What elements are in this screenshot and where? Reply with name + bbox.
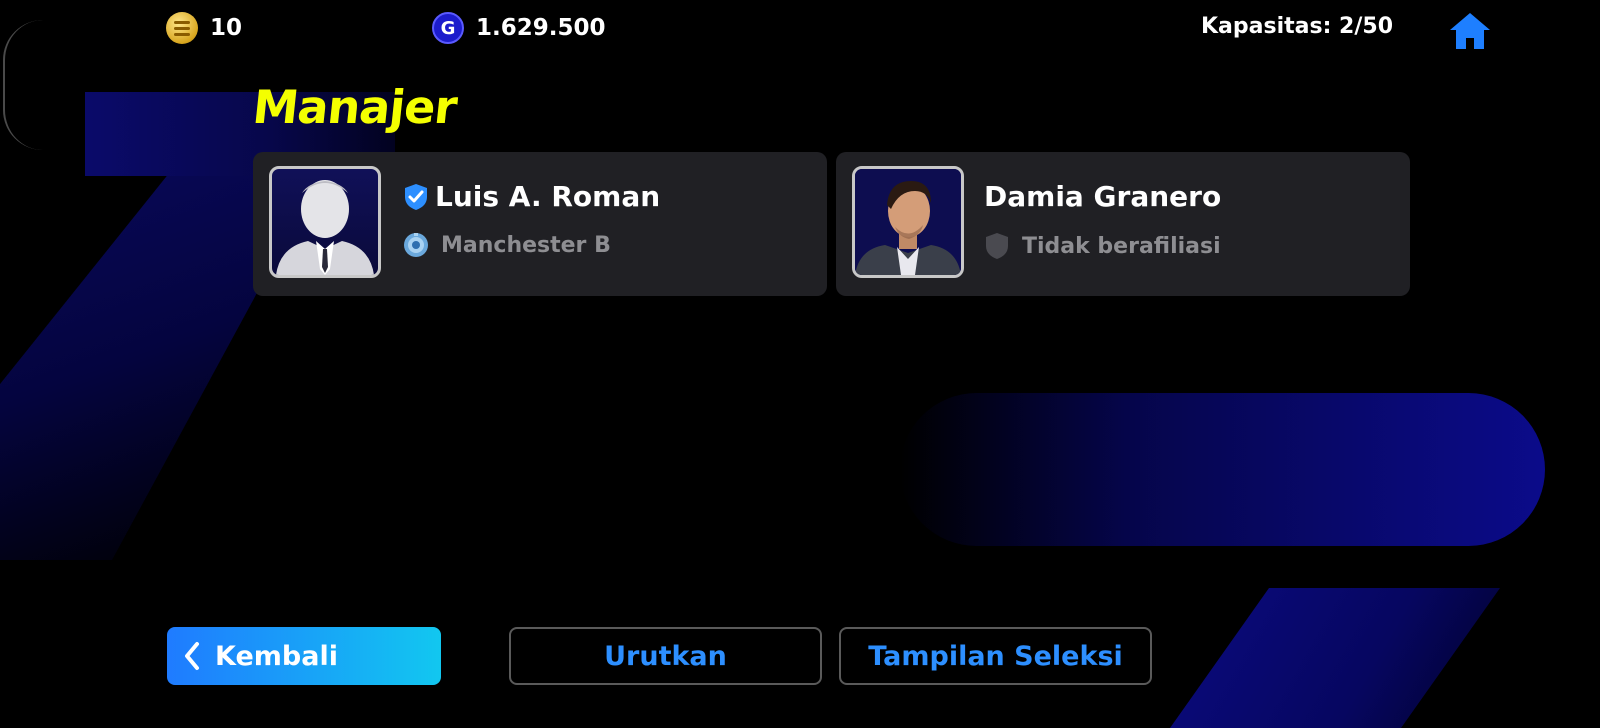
coin-balance: 10 — [166, 12, 242, 44]
home-icon[interactable] — [1448, 10, 1492, 52]
manager-silhouette-icon — [276, 180, 374, 275]
manager-card-damia-granero[interactable]: Damia Granero Tidak berafiliasi — [836, 152, 1410, 296]
selection-view-button-label: Tampilan Seleksi — [868, 640, 1123, 672]
sort-button-label: Urutkan — [604, 640, 727, 672]
manager-affiliation: Tidak berafiliasi — [1022, 233, 1221, 259]
back-button-label: Kembali — [215, 640, 338, 672]
manager-name-row: Luis A. Roman — [403, 180, 660, 213]
background-stripe-bottom — [1170, 588, 1500, 728]
gp-balance: G 1.629.500 — [432, 12, 606, 44]
chevron-left-icon — [185, 642, 199, 670]
manager-name: Luis A. Roman — [435, 180, 661, 213]
manager-affiliation: Manchester B — [441, 232, 611, 258]
club-crest-icon — [404, 233, 428, 257]
manager-photo — [852, 166, 964, 278]
manager-affiliation-row: Manchester B — [403, 232, 611, 258]
gp-amount: 1.629.500 — [476, 15, 606, 41]
sort-button[interactable]: Urutkan — [509, 627, 822, 685]
unaffiliated-shield-icon — [986, 233, 1008, 259]
selection-view-button[interactable]: Tampilan Seleksi — [839, 627, 1152, 685]
back-button[interactable]: Kembali — [167, 627, 441, 685]
efootball-coin-icon — [166, 12, 198, 44]
gp-icon: G — [432, 12, 464, 44]
screen-edge-arc — [3, 20, 45, 150]
manager-affiliation-row: Tidak berafiliasi — [984, 232, 1221, 260]
coin-amount: 10 — [210, 15, 243, 41]
manager-portrait-icon — [855, 169, 961, 275]
manager-card-luis-roman[interactable]: Luis A. Roman Manchester B — [253, 152, 827, 296]
manager-name: Damia Granero — [984, 180, 1222, 213]
manager-photo — [269, 166, 381, 278]
background-pill-shape — [900, 393, 1545, 546]
capacity-label: Kapasitas: 2/50 — [1201, 14, 1393, 39]
verified-shield-icon — [405, 183, 427, 210]
manager-name-row: Damia Granero — [984, 180, 1221, 213]
page-title: Manajer — [250, 80, 460, 134]
